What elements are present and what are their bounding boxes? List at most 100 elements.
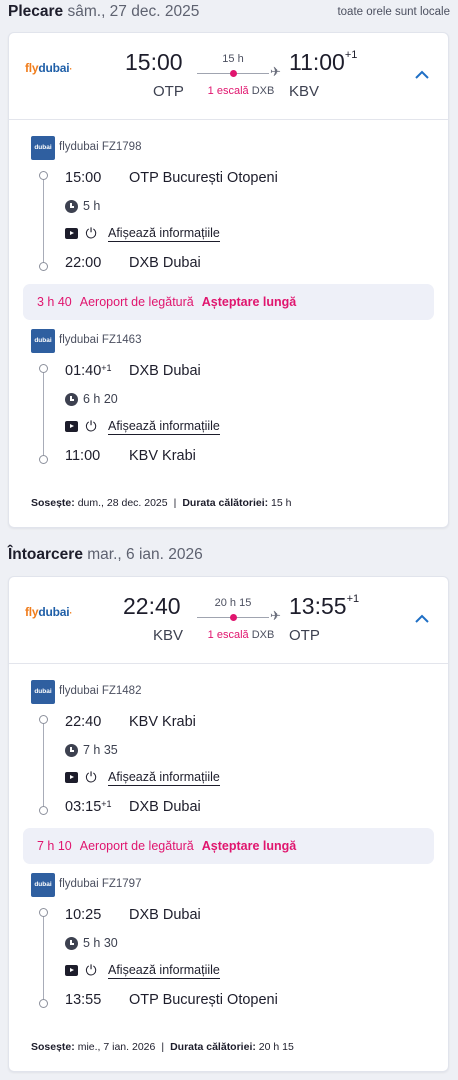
direction-label: Plecare — [8, 3, 64, 20]
route-indicator: 15 h ✈ 1 escală DXB — [197, 53, 283, 113]
segment-arrival-time: 13:55 — [65, 992, 102, 1008]
segment-departure-time: 10:25 — [65, 907, 102, 923]
inbound-header: Întoarcere mar., 6 ian. 2026 — [8, 543, 450, 567]
tv-icon — [65, 421, 78, 432]
timeline-node — [39, 171, 48, 180]
timezone-note: toate orele sunt locale — [337, 6, 450, 18]
show-info-link[interactable]: Afișează informațiile — [108, 226, 220, 242]
day-offset: +1 — [344, 49, 358, 61]
inbound-card: flydubai· 22:40 KBV 20 h 15 ✈ 1 escală D… — [8, 576, 449, 1072]
clock-icon — [65, 199, 78, 213]
arrival-airport: OTP — [289, 627, 320, 644]
tv-icon — [65, 772, 78, 783]
stops-info: 1 escală DXB — [207, 629, 275, 641]
stops-info: 1 escală DXB — [207, 85, 275, 97]
outbound-title: Plecare sâm., 27 dec. 2025 — [8, 3, 199, 21]
total-duration: 20 h 15 — [214, 597, 252, 609]
layover-duration: 3 h 40 — [37, 295, 72, 309]
timeline-node — [39, 999, 48, 1008]
amenities-row: ⏻ Afișează informațiile — [65, 418, 220, 435]
timeline-line — [43, 916, 44, 1004]
layover-duration: 7 h 10 — [37, 839, 72, 853]
outbound-card: flydubai· 15:00 OTP 15 h ✈ 1 escală DXB … — [8, 32, 449, 528]
segment-duration: 5 h 30 — [65, 936, 118, 950]
carrier-logo-badge: dubai — [31, 136, 55, 160]
segment-arrival-place: KBV Krabi — [129, 448, 196, 464]
segment-departure-place: OTP București Otopeni — [129, 170, 278, 186]
outbound-summary[interactable]: flydubai· 15:00 OTP 15 h ✈ 1 escală DXB … — [9, 33, 448, 120]
plug-icon: ⏻ — [85, 769, 97, 785]
arrival-time: 13:55+1 — [289, 593, 360, 619]
direction-label: Întoarcere — [8, 546, 83, 563]
timeline-line — [43, 372, 44, 460]
chevron-up-icon[interactable] — [414, 611, 430, 627]
carrier-flight: flydubai FZ1797 — [59, 878, 142, 890]
amenities-row: ⏻ Afișează informațiile — [65, 962, 220, 979]
timeline-node — [39, 262, 48, 271]
departure-airport: OTP — [153, 83, 184, 100]
show-info-link[interactable]: Afișează informațiile — [108, 419, 220, 435]
inbound-title: Întoarcere mar., 6 ian. 2026 — [8, 546, 203, 564]
segment-departure-time: 01:40+1 — [65, 363, 112, 379]
segment-departure-place: KBV Krabi — [129, 714, 196, 730]
segment-departure-time: 15:00 — [65, 170, 102, 186]
chevron-up-icon[interactable] — [414, 67, 430, 83]
route-indicator: 20 h 15 ✈ 1 escală DXB — [197, 597, 283, 657]
segment-arrival-time: 03:15+1 — [65, 799, 112, 815]
clock-icon — [65, 392, 78, 406]
departure-time: 15:00 — [125, 49, 183, 75]
tv-icon — [65, 965, 78, 976]
layover-tag: Așteptare lungă — [201, 295, 297, 309]
segment-duration: 5 h — [65, 199, 100, 213]
show-info-link[interactable]: Afișează informațiile — [108, 963, 220, 979]
segment-arrival-place: DXB Dubai — [129, 255, 201, 271]
carrier-logo-badge: dubai — [31, 680, 55, 704]
tv-icon — [65, 228, 78, 239]
timeline-node — [39, 715, 48, 724]
timeline-node — [39, 806, 48, 815]
carrier-flight: flydubai FZ1798 — [59, 141, 142, 153]
timeline-node — [39, 455, 48, 464]
total-duration: 15 h — [222, 53, 244, 65]
carrier-flight: flydubai FZ1463 — [59, 334, 142, 346]
plane-icon: ✈ — [270, 64, 281, 79]
timeline-node — [39, 908, 48, 917]
inbound-summary[interactable]: flydubai· 22:40 KBV 20 h 15 ✈ 1 escală D… — [9, 577, 448, 664]
clock-icon — [65, 743, 78, 757]
segment-arrival-time: 22:00 — [65, 255, 102, 271]
plug-icon: ⏻ — [85, 962, 97, 978]
arrival-time: 11:00+1 — [289, 49, 358, 75]
arrival-airport: KBV — [289, 83, 320, 100]
show-info-link[interactable]: Afișează informațiile — [108, 770, 220, 786]
segment-departure-place: DXB Dubai — [129, 363, 201, 379]
arrival-summary: Sosește: dum., 28 dec. 2025 | Durata călăt… — [31, 497, 292, 509]
segment-departure-time: 22:40 — [65, 714, 102, 730]
carrier-logo-badge: dubai — [31, 873, 55, 897]
segment-arrival-time: 11:00 — [65, 448, 101, 464]
segment-arrival-place: DXB Dubai — [129, 799, 201, 815]
timeline-node — [39, 364, 48, 373]
stop-dot — [230, 70, 237, 77]
layover-banner: 7 h 10 Aeroport de legătură Așteptare lu… — [23, 828, 434, 864]
segment-duration: 6 h 20 — [65, 392, 118, 406]
arrival-summary: Sosește: mie., 7 ian. 2026 | Durata călăto… — [31, 1041, 294, 1053]
outbound-header: Plecare sâm., 27 dec. 2025 toate orele s… — [8, 0, 450, 24]
plug-icon: ⏻ — [85, 418, 97, 434]
departure-time: 22:40 — [123, 593, 181, 619]
amenities-row: ⏻ Afișează informațiile — [65, 769, 220, 786]
carrier-logo-badge: dubai — [31, 329, 55, 353]
layover-tag: Așteptare lungă — [201, 839, 297, 853]
amenities-row: ⏻ Afișează informațiile — [65, 225, 220, 242]
stop-dot — [230, 614, 237, 621]
timeline-line — [43, 723, 44, 811]
layover-label: Aeroport de legătură — [79, 295, 194, 309]
direction-date: sâm., 27 dec. 2025 — [67, 3, 200, 20]
clock-icon — [65, 936, 78, 950]
airline-logo: flydubai· — [25, 605, 73, 619]
plane-icon: ✈ — [270, 608, 281, 623]
airline-logo: flydubai· — [25, 61, 73, 75]
layover-banner: 3 h 40 Aeroport de legătură Așteptare lu… — [23, 284, 434, 320]
plug-icon: ⏻ — [85, 225, 97, 241]
departure-airport: KBV — [153, 627, 184, 644]
timeline-line — [43, 179, 44, 267]
